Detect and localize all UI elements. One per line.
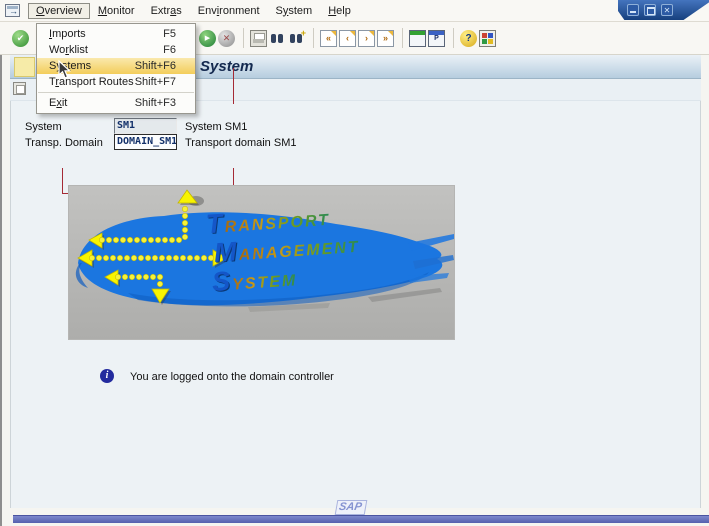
title-bar-left-accent (14, 57, 35, 77)
label-part: verview (44, 4, 82, 17)
cancel-icon[interactable]: ✕ (218, 29, 235, 47)
last-page-icon[interactable]: » (377, 29, 394, 47)
menu-item-exit[interactable]: Exit Shift+F3 (37, 95, 195, 111)
menu-item-shortcut: F5 (163, 28, 176, 40)
label-part: ronment (219, 4, 260, 17)
label-part: S (275, 4, 283, 17)
window-left-edge (0, 0, 2, 526)
close-icon[interactable]: ✕ (661, 4, 673, 16)
system-menu-icon[interactable] (5, 4, 20, 17)
first-page-icon-glyph: « (325, 33, 331, 43)
previous-page-icon-glyph: ‹ (346, 33, 349, 43)
menu-item-label: Imports (49, 28, 86, 40)
label-part: it (61, 97, 68, 109)
menu-environment[interactable]: Environment (190, 3, 268, 19)
customize-icon[interactable] (479, 29, 496, 47)
menu-item-imports[interactable]: Imports F5 (37, 26, 195, 42)
label-part: s (176, 4, 182, 17)
toolbar-separator (453, 28, 454, 48)
previous-page-icon[interactable]: ‹ (339, 29, 356, 47)
menu-item-worklist[interactable]: Worklist F6 (37, 42, 195, 58)
sap-logo: SAP (334, 500, 367, 515)
menu-item-shortcut: Shift+F3 (134, 97, 176, 109)
annotation-bracket-left-vertical (62, 168, 63, 194)
next-page-icon[interactable]: › (358, 29, 375, 47)
menu-item-label: Worklist (49, 44, 88, 56)
transport-domain-field[interactable]: DOMAIN_SM1 (114, 134, 177, 150)
tms-word-initial: S (210, 265, 234, 298)
minimize-icon[interactable] (627, 4, 639, 16)
next-page-icon-glyph: › (365, 33, 368, 43)
label-part: stem (288, 4, 313, 17)
label-part: O (36, 4, 45, 17)
find-icon[interactable] (269, 30, 286, 47)
menu-item-shortcut: Shift+F7 (134, 76, 176, 88)
label-part: ems (70, 60, 92, 72)
label-part: Extr (150, 4, 171, 17)
status-message: You are logged onto the domain controlle… (130, 371, 334, 383)
last-page-icon-glyph: » (382, 33, 388, 43)
menu-help[interactable]: Help (320, 3, 359, 19)
menu-item-shortcut: F6 (163, 44, 176, 56)
tms-word-initial: M (212, 236, 240, 268)
mouse-cursor (58, 60, 72, 79)
system-field-label: System (25, 121, 62, 133)
tms-word-initial: T (204, 208, 226, 240)
help-icon-glyph: ? (465, 32, 472, 44)
label-part: klist (68, 44, 88, 56)
toolbar-separator (313, 28, 314, 48)
maximize-icon[interactable] (644, 4, 656, 16)
menu-separator (38, 92, 194, 93)
tms-logo-image: TRANSPORT MANAGEMENT SYSTEM (68, 185, 455, 340)
app-toolbar-icon[interactable] (13, 82, 26, 95)
shortcut-icon-glyph: P (434, 34, 439, 42)
menu-item-label: Exit (49, 97, 67, 109)
label-part: elp (336, 4, 351, 17)
tms-word-rest: ANAGEMENT (238, 238, 361, 265)
label-part: M (97, 4, 108, 17)
toolbar-separator (243, 28, 244, 48)
menu-monitor[interactable]: Monitor (90, 3, 143, 19)
print-icon[interactable] (250, 29, 267, 47)
menu-bar: OverviewMonitorExtrasEnvironmentSystemHe… (0, 0, 709, 22)
system-field-description: System SM1 (185, 121, 248, 133)
new-session-icon[interactable] (409, 29, 426, 47)
menu-system[interactable]: System (268, 3, 321, 19)
enter-icon[interactable]: ✔ (12, 29, 29, 47)
menu-item-shortcut: Shift+F6 (134, 60, 176, 72)
continue-icon[interactable]: ▶ (199, 29, 216, 47)
transport-domain-field-label: Transp. Domain (25, 137, 103, 149)
find-next-icon[interactable]: + (288, 27, 306, 47)
enter-icon-glyph: ✔ (16, 32, 25, 43)
tms-logo-text: TRANSPORT MANAGEMENT SYSTEM (205, 202, 362, 299)
transport-domain-field-description: Transport domain SM1 (185, 137, 297, 149)
help-icon[interactable]: ? (460, 29, 477, 47)
continue-icon-glyph: ▶ (204, 35, 211, 42)
tms-word-rest: RANSPORT (224, 211, 331, 237)
menu-overview[interactable]: Overview (28, 2, 90, 19)
label-part: H (328, 4, 337, 17)
tms-word-rest: YSTEM (231, 272, 298, 294)
info-icon: i (100, 369, 114, 383)
menu-extras[interactable]: Extras (143, 3, 190, 19)
annotation-line-vertical-top (233, 68, 234, 104)
toolbar-separator (402, 28, 403, 48)
sap-gui-window: OverviewMonitorExtrasEnvironmentSystemHe… (0, 0, 709, 526)
bottom-bar (13, 515, 709, 523)
system-field[interactable]: SM1 (114, 118, 177, 134)
label-part: Wo (49, 44, 66, 56)
label-part: Env (197, 4, 217, 17)
page-title: System (200, 58, 254, 75)
shortcut-icon[interactable]: P (428, 29, 445, 47)
label-part: mports (52, 28, 86, 40)
cancel-icon-glyph: ✕ (222, 32, 231, 43)
label-part: onitor (107, 4, 135, 17)
first-page-icon[interactable]: « (320, 29, 337, 47)
find-next-icon-glyph: + (300, 27, 306, 38)
